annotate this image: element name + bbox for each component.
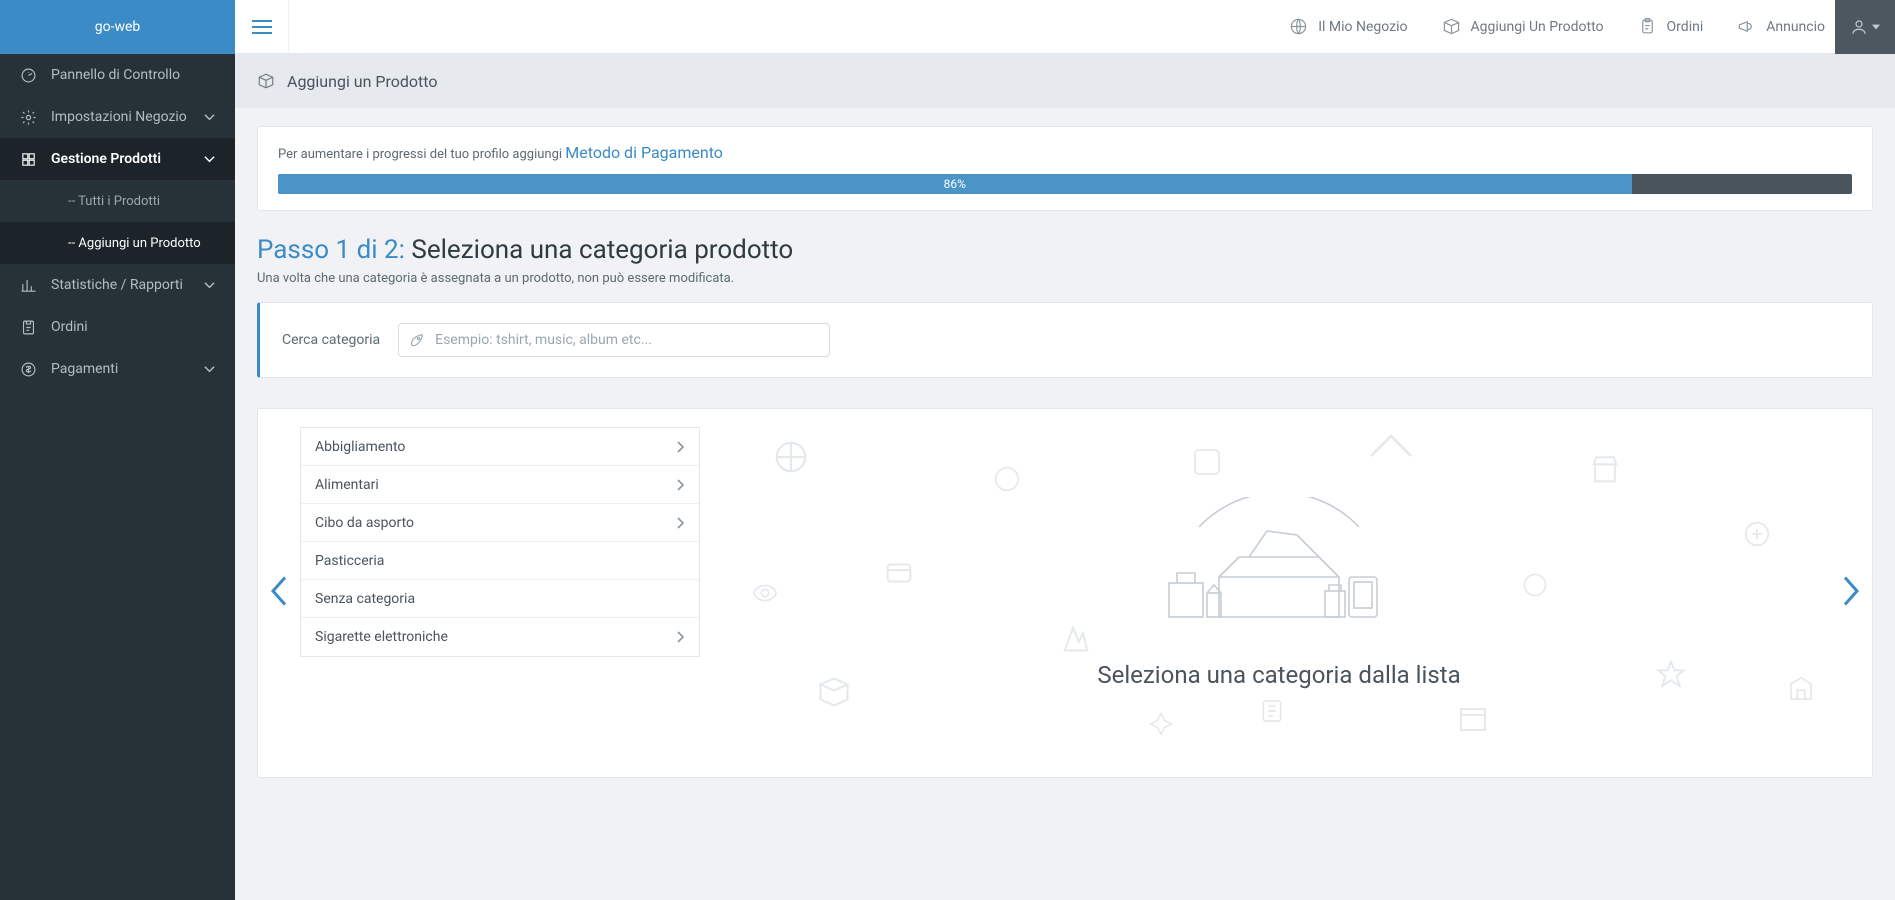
hamburger-button[interactable]	[235, 0, 289, 54]
chevron-down-icon	[204, 154, 215, 165]
page-subheader: Aggiungi un Prodotto	[235, 54, 1895, 108]
category-prev-arrow[interactable]	[270, 576, 288, 610]
user-icon	[1850, 18, 1868, 36]
category-label: Senza categoria	[315, 591, 415, 607]
category-label: Alimentari	[315, 477, 379, 493]
user-menu[interactable]	[1835, 0, 1895, 54]
chevron-right-icon	[677, 517, 685, 529]
step-title: Seleziona una categoria prodotto	[405, 235, 793, 265]
toplink-orders[interactable]: Ordini	[1638, 17, 1704, 36]
rocket-icon	[408, 331, 426, 349]
nav-dashboard-icon	[20, 67, 37, 84]
caret-down-icon	[1872, 23, 1880, 31]
chevron-right-icon	[677, 441, 685, 453]
clipboard-icon	[1638, 17, 1657, 36]
chevron-right-icon	[677, 631, 685, 643]
nav-label: Statistiche / Rapporti	[51, 277, 183, 293]
search-label: Cerca categoria	[282, 332, 380, 348]
nav-reports-icon	[20, 277, 37, 294]
chevron-down-icon	[204, 280, 215, 291]
nav-orders-icon	[20, 319, 37, 336]
category-placeholder: Seleziona una categoria dalla lista	[728, 409, 1830, 777]
chevron-down-icon	[204, 364, 215, 375]
toplink-announce[interactable]: Annuncio	[1737, 17, 1825, 36]
toplink-label: Annuncio	[1766, 19, 1825, 35]
nav-payments-icon	[20, 361, 37, 378]
box-illustration-icon	[1149, 497, 1409, 637]
category-row[interactable]: Senza categoria	[301, 580, 699, 618]
chevron-down-icon	[204, 112, 215, 123]
megaphone-icon	[1737, 17, 1756, 36]
toplink-add-product[interactable]: Aggiungi Un Prodotto	[1442, 17, 1604, 36]
payment-method-link[interactable]: Metodo di Pagamento	[565, 143, 723, 162]
chevron-right-icon	[677, 479, 685, 491]
page-title: Aggiungi un Prodotto	[287, 72, 438, 91]
category-label: Sigarette elettroniche	[315, 629, 448, 645]
category-row[interactable]: Alimentari	[301, 466, 699, 504]
toplink-my-store[interactable]: Il Mio Negozio	[1289, 17, 1407, 36]
category-row[interactable]: Abbigliamento	[301, 428, 699, 466]
main-content: Per aumentare i progressi del tuo profil…	[235, 108, 1895, 900]
nav-dashboard[interactable]: Pannello di Controllo	[0, 54, 235, 96]
nav-label: Impostazioni Negozio	[51, 109, 187, 125]
category-row[interactable]: Sigarette elettroniche	[301, 618, 699, 656]
box-icon	[1442, 17, 1461, 36]
brand-title: go-web	[0, 0, 235, 54]
progress-percent-label: 86%	[944, 177, 966, 191]
sidebar: go-web Pannello di Controllo Impostazion…	[0, 0, 235, 900]
category-pane: Abbigliamento Alimentari Cibo da asporto Pa…	[300, 427, 700, 657]
nav-orders[interactable]: Ordini	[0, 306, 235, 348]
nav-reports[interactable]: Statistiche / Rapporti	[0, 264, 235, 306]
category-browser: Abbigliamento Alimentari Cibo da asporto Pa…	[257, 408, 1873, 778]
nav-label: Pannello di Controllo	[51, 67, 180, 83]
topbar: Il Mio Negozio Aggiungi Un Prodotto Ordini…	[235, 0, 1895, 54]
nav-label: Pagamenti	[51, 361, 118, 377]
nav-label: Ordini	[51, 319, 88, 335]
step-accent: Passo 1 di 2:	[257, 235, 405, 265]
nav-store-settings-icon	[20, 109, 37, 126]
subnav-all-products[interactable]: -- Tutti i Prodotti	[0, 180, 235, 222]
toplink-label: Aggiungi Un Prodotto	[1471, 19, 1604, 35]
category-search-card: Cerca categoria	[257, 302, 1873, 378]
subnav-add-product[interactable]: -- Aggiungi un Prodotto	[0, 222, 235, 264]
category-search-input[interactable]	[398, 323, 830, 357]
category-label: Cibo da asporto	[315, 515, 414, 531]
profile-progress-card: Per aumentare i progressi del tuo profil…	[257, 126, 1873, 211]
category-row[interactable]: Cibo da asporto	[301, 504, 699, 542]
nav-store-settings[interactable]: Impostazioni Negozio	[0, 96, 235, 138]
toplink-label: Ordini	[1667, 19, 1704, 35]
step-note: Una volta che una categoria è assegnata …	[257, 271, 1873, 286]
progress-fill: 86%	[278, 174, 1632, 194]
search-wrap	[398, 323, 830, 357]
nav-product-mgmt-icon	[20, 151, 37, 168]
box-icon	[257, 72, 275, 90]
step-heading: Passo 1 di 2: Seleziona una categoria pr…	[257, 235, 1873, 265]
category-next-arrow[interactable]	[1842, 576, 1860, 610]
placeholder-title: Seleziona una categoria dalla lista	[1097, 661, 1460, 689]
toplink-label: Il Mio Negozio	[1318, 19, 1407, 35]
nav-label: Gestione Prodotti	[51, 151, 161, 167]
category-label: Pasticceria	[315, 553, 384, 569]
nav-product-mgmt[interactable]: Gestione Prodotti	[0, 138, 235, 180]
category-row[interactable]: Pasticceria	[301, 542, 699, 580]
globe-icon	[1289, 17, 1308, 36]
nav-payments[interactable]: Pagamenti	[0, 348, 235, 390]
progress-text: Per aumentare i progressi del tuo profil…	[278, 147, 565, 162]
category-label: Abbigliamento	[315, 439, 405, 455]
progress-bar: 86%	[278, 174, 1852, 194]
